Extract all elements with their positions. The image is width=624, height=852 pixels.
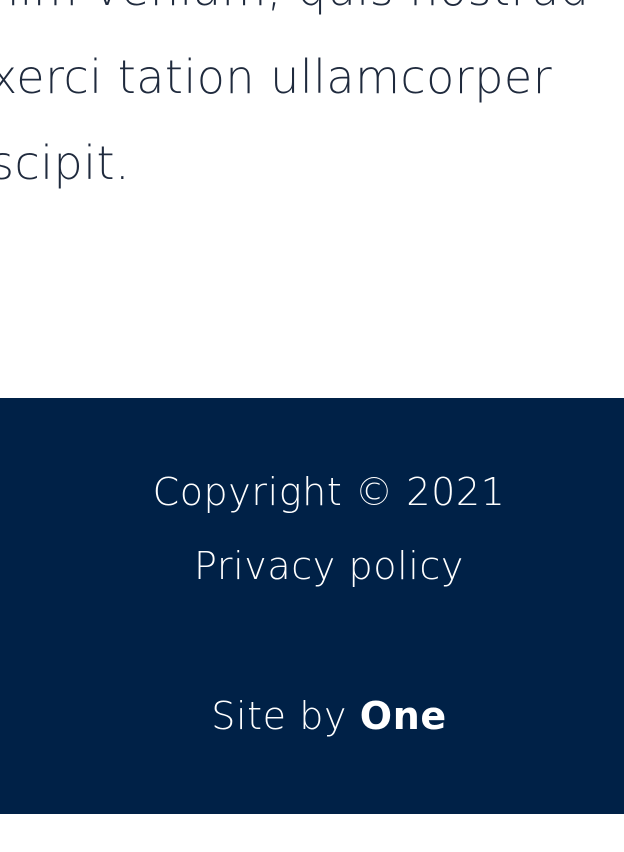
article-body: nim veniam, quis nostrud xerci tation ul… xyxy=(0,0,624,398)
site-credit: Site by One xyxy=(0,694,624,738)
site-credit-brand-link[interactable]: One xyxy=(360,694,447,738)
body-text-line: nim veniam, quis nostrud xyxy=(0,0,589,16)
privacy-policy-link[interactable]: Privacy policy xyxy=(0,544,624,588)
body-text-line: xerci tation ullamcorper xyxy=(0,50,553,104)
site-footer: Copyright © 2021 Privacy policy Site by … xyxy=(0,398,624,814)
site-credit-prefix: Site by xyxy=(211,694,360,738)
body-text-line: scipit. xyxy=(0,136,131,190)
copyright-text: Copyright © 2021 xyxy=(152,470,506,514)
